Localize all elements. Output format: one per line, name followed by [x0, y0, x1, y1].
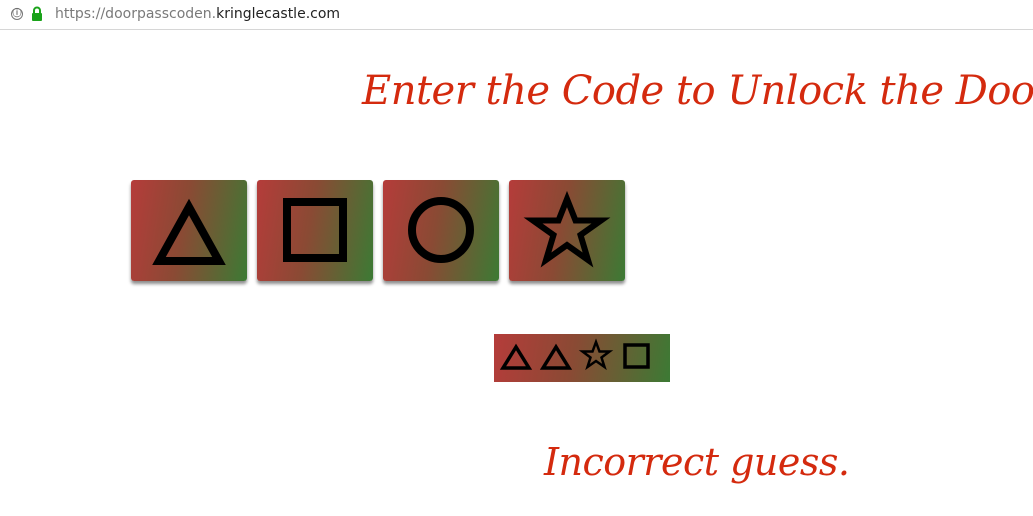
square-icon: [283, 198, 347, 262]
url-text[interactable]: https://doorpasscoden.kringlecastle.com: [55, 6, 340, 22]
url-scheme-subdomain: https://doorpasscoden.: [55, 6, 217, 22]
guess-triangle-icon: [539, 343, 573, 370]
triangle-button[interactable]: [131, 180, 247, 281]
star-button[interactable]: [509, 180, 625, 281]
star-icon: [523, 190, 611, 268]
square-button[interactable]: [257, 180, 373, 281]
page-title: Enter the Code to Unlock the Door: [362, 68, 1033, 114]
info-icon[interactable]: ⓘ: [11, 8, 23, 20]
browser-address-bar[interactable]: ⓘ https://doorpasscoden.kringlecastle.co…: [0, 0, 1033, 30]
guess-display: [494, 334, 670, 382]
circle-button[interactable]: [383, 180, 499, 281]
guess-square-icon: [623, 343, 650, 369]
circle-icon: [408, 197, 474, 263]
lock-icon: [32, 6, 42, 21]
url-domain: kringlecastle.com: [216, 6, 341, 22]
guess-triangle-icon: [499, 343, 533, 370]
status-message: Incorrect guess.: [544, 440, 850, 484]
guess-star-icon: [578, 338, 614, 371]
triangle-icon: [152, 198, 226, 265]
